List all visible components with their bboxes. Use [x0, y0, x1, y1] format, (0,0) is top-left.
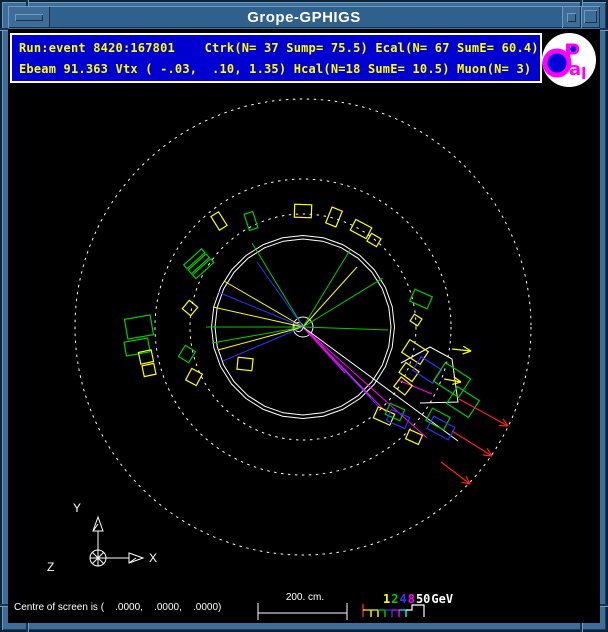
app-window: Grope-GPHIGS Run:event 8420:167801 Ctrk(… — [0, 0, 608, 632]
cluster — [178, 345, 195, 362]
cluster — [186, 368, 203, 385]
cluster — [350, 219, 372, 238]
cluster — [244, 212, 258, 231]
event-info-line2: Ebeam 91.363 Vtx ( -.03, .10, 1.35) Hcal… — [12, 59, 540, 80]
cluster — [142, 363, 156, 376]
axis-gizmo — [90, 517, 143, 566]
x-axis-label: X — [149, 551, 157, 565]
cluster — [326, 207, 343, 227]
energy-legend: 124850GeV — [383, 592, 454, 606]
opal-logo: P a l — [542, 33, 596, 87]
restore-button[interactable] — [562, 6, 581, 28]
legend-unit: 2 — [391, 592, 398, 606]
maximize-icon — [584, 10, 597, 23]
z-axis-label: Z — [47, 560, 54, 574]
centre-of-screen-text: Centre of screen is ( .0000, .0000, .000… — [14, 602, 221, 613]
event-info-line1: Run:event 8420:167801 Ctrk(N= 37 Sump= 7… — [12, 35, 540, 59]
maximize-button[interactable] — [581, 6, 600, 28]
cluster — [410, 289, 433, 309]
frame-groove — [26, 623, 28, 632]
legend-unit: 50 — [416, 592, 430, 606]
svg-text:a: a — [569, 59, 581, 80]
legend-unit: GeV — [431, 592, 453, 606]
cluster — [211, 212, 227, 230]
restore-icon — [567, 13, 576, 22]
cluster — [124, 338, 150, 356]
cluster — [385, 403, 404, 420]
event-info-panel: Run:event 8420:167801 Ctrk(N= 37 Sump= 7… — [10, 33, 542, 83]
frame-groove — [600, 28, 608, 30]
frame-groove — [0, 28, 8, 30]
cluster — [237, 357, 253, 371]
legend-unit: 4 — [399, 592, 406, 606]
scale-bar-label: 200. cm. — [262, 592, 348, 603]
legend-unit: 1 — [383, 592, 390, 606]
title-bar[interactable]: Grope-GPHIGS — [8, 6, 600, 28]
detector-view[interactable]: P a l — [8, 29, 600, 623]
frame-groove — [580, 623, 582, 632]
window-title: Grope-GPHIGS — [8, 9, 600, 26]
cluster — [182, 300, 197, 315]
frame-groove — [600, 604, 608, 606]
scale-bar — [258, 603, 347, 620]
y-axis-label: Y — [73, 501, 81, 515]
svg-text:l: l — [581, 64, 586, 83]
particle-tracks — [206, 243, 458, 441]
legend-unit: 8 — [408, 592, 415, 606]
cluster — [124, 315, 153, 339]
frame-groove — [0, 604, 8, 606]
cluster — [294, 204, 311, 218]
